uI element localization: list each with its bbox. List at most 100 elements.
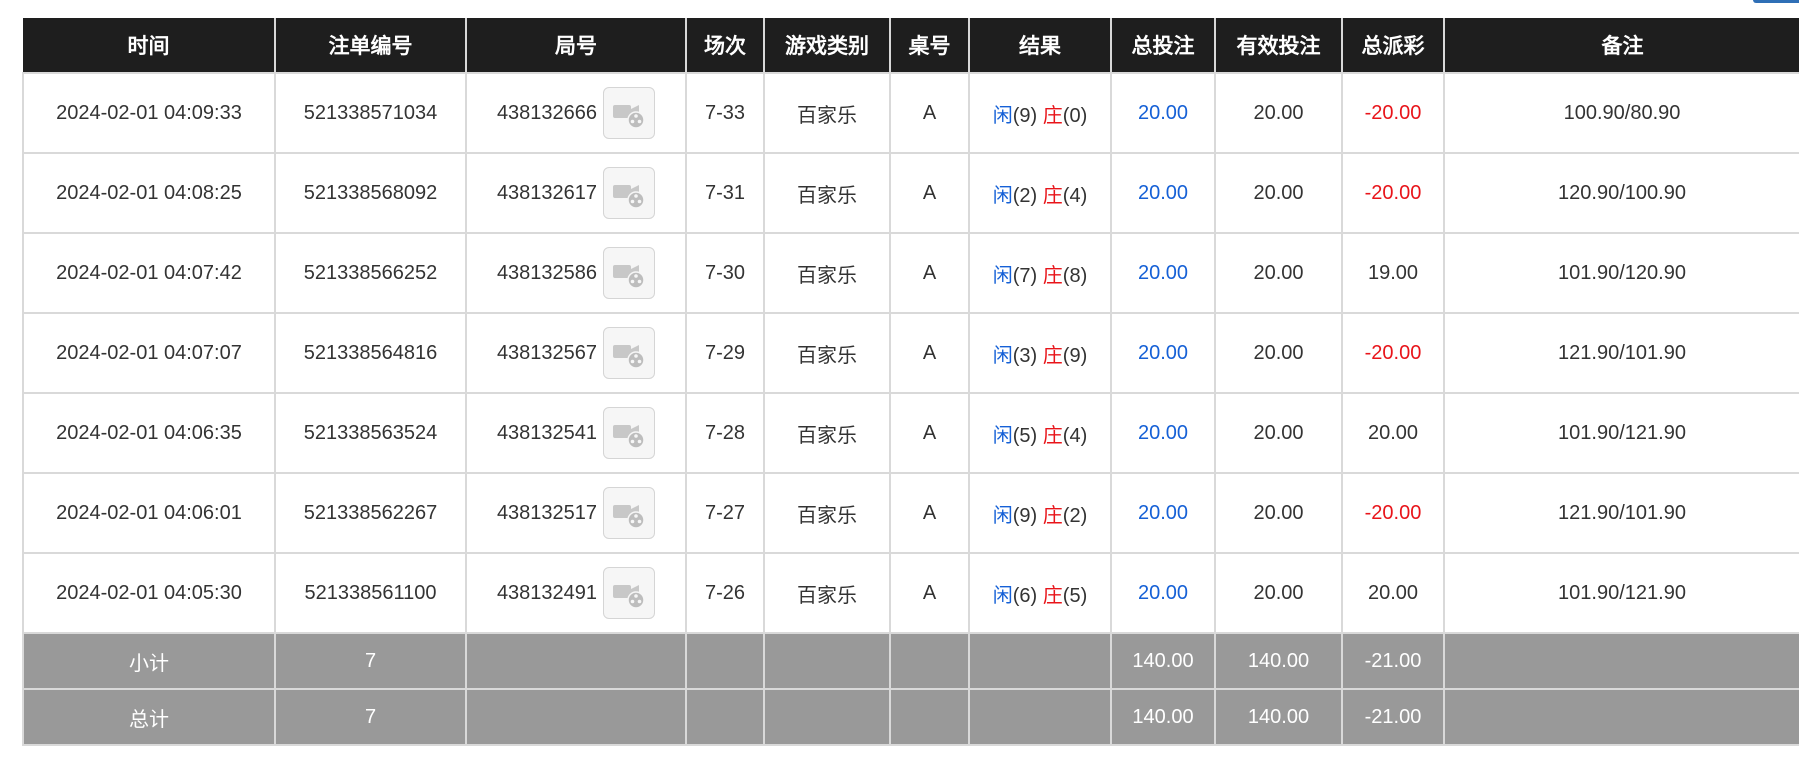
round-number: 438132491 [496, 581, 598, 604]
table-header-row: 时间 注单编号 局号 场次 游戏类别 桌号 结果 总投注 有效投注 总派彩 备注 [23, 18, 1799, 73]
player-points: (3) [1012, 344, 1038, 367]
table-row: 2024-02-01 04:08:25 521338568092 4381326… [22, 152, 1799, 234]
banker-points: (8) [1062, 264, 1088, 287]
header-round-no: 局号 [465, 18, 686, 73]
cell-payout: 20.00 [1341, 392, 1445, 474]
table-row: 2024-02-01 04:05:30 521338561100 4381324… [22, 552, 1799, 634]
cell-game-type: 百家乐 [763, 392, 891, 474]
player-points: (7) [1012, 264, 1038, 287]
cell-time: 2024-02-01 04:07:42 [22, 232, 276, 314]
cell-table: A [889, 312, 970, 394]
cell-result: 闲(5) 庄(4) [968, 392, 1112, 474]
header-total-bet: 总投注 [1110, 18, 1215, 73]
cell-time: 2024-02-01 04:08:25 [22, 152, 276, 234]
cell-payout: -20.00 [1341, 472, 1445, 554]
video-replay-icon[interactable] [603, 567, 656, 619]
cell-order-no: 521338568092 [274, 152, 467, 234]
subtotal-empty [1443, 632, 1799, 690]
cell-round-no: 438132541 [465, 392, 687, 474]
player-label: 闲 [992, 104, 1013, 127]
player-label: 闲 [992, 584, 1013, 607]
banker-label: 庄 [1042, 104, 1063, 127]
cell-total-bet: 20.00 [1110, 312, 1216, 394]
grandtotal-label: 总计 [22, 688, 276, 746]
grandtotal-total-bet: 140.00 [1110, 688, 1216, 746]
cell-payout: 20.00 [1341, 552, 1445, 634]
grandtotal-count: 7 [274, 688, 467, 746]
cell-round-no: 438132517 [465, 472, 687, 554]
banker-label: 庄 [1042, 504, 1063, 527]
grandtotal-valid-bet: 140.00 [1214, 688, 1343, 746]
round-number: 438132541 [496, 421, 598, 444]
subtotal-empty [685, 632, 765, 690]
cell-game-type: 百家乐 [763, 232, 891, 314]
cell-order-no: 521338571034 [274, 72, 467, 154]
table-row: 2024-02-01 04:06:01 521338562267 4381325… [22, 472, 1799, 554]
video-replay-icon[interactable] [603, 247, 656, 299]
header-order-no: 注单编号 [274, 18, 466, 73]
video-replay-icon[interactable] [603, 407, 656, 459]
header-result: 结果 [968, 18, 1111, 73]
grandtotal-empty [968, 688, 1112, 746]
cell-session: 7-29 [685, 312, 765, 394]
cell-payout: 19.00 [1341, 232, 1445, 314]
table-row: 2024-02-01 04:07:07 521338564816 4381325… [22, 312, 1799, 394]
cell-game-type: 百家乐 [763, 72, 891, 154]
round-number: 438132586 [496, 261, 598, 284]
header-valid-bet: 有效投注 [1214, 18, 1342, 73]
player-points: (6) [1012, 584, 1038, 607]
top-right-tab-edge[interactable] [1753, 0, 1799, 3]
cell-result: 闲(6) 庄(5) [968, 552, 1112, 634]
cell-result: 闲(2) 庄(4) [968, 152, 1112, 234]
cell-remark: 100.90/80.90 [1443, 72, 1799, 154]
video-replay-icon[interactable] [603, 327, 656, 379]
cell-order-no: 521338564816 [274, 312, 467, 394]
player-points: (2) [1012, 184, 1038, 207]
video-replay-icon[interactable] [603, 487, 656, 539]
video-replay-icon[interactable] [603, 167, 656, 219]
cell-remark: 121.90/101.90 [1443, 472, 1799, 554]
header-session: 场次 [685, 18, 764, 73]
round-number: 438132567 [496, 341, 598, 364]
player-label: 闲 [992, 264, 1013, 287]
cell-time: 2024-02-01 04:05:30 [22, 552, 276, 634]
cell-time: 2024-02-01 04:06:35 [22, 392, 276, 474]
cell-session: 7-33 [685, 72, 765, 154]
subtotal-empty [763, 632, 891, 690]
cell-payout: -20.00 [1341, 72, 1445, 154]
cell-remark: 101.90/120.90 [1443, 232, 1799, 314]
cell-total-bet: 20.00 [1110, 72, 1216, 154]
cell-session: 7-30 [685, 232, 765, 314]
video-replay-icon[interactable] [603, 87, 656, 139]
banker-points: (5) [1062, 584, 1088, 607]
cell-total-bet: 20.00 [1110, 552, 1216, 634]
grandtotal-empty [1443, 688, 1799, 746]
banker-label: 庄 [1042, 344, 1063, 367]
player-points: (9) [1012, 504, 1038, 527]
cell-table: A [889, 472, 970, 554]
grandtotal-empty [763, 688, 891, 746]
subtotal-row: 小计 7 140.00 140.00 -21.00 [22, 632, 1799, 690]
cell-time: 2024-02-01 04:06:01 [22, 472, 276, 554]
cell-result: 闲(3) 庄(9) [968, 312, 1112, 394]
cell-game-type: 百家乐 [763, 152, 891, 234]
cell-result: 闲(9) 庄(2) [968, 472, 1112, 554]
table-row: 2024-02-01 04:09:33 521338571034 4381326… [22, 72, 1799, 154]
cell-remark: 101.90/121.90 [1443, 552, 1799, 634]
banker-points: (4) [1062, 424, 1088, 447]
banker-label: 庄 [1042, 184, 1063, 207]
cell-result: 闲(7) 庄(8) [968, 232, 1112, 314]
bet-records-table-container: 时间 注单编号 局号 场次 游戏类别 桌号 结果 总投注 有效投注 总派彩 备注… [22, 18, 1799, 746]
subtotal-count: 7 [274, 632, 467, 690]
player-label: 闲 [992, 504, 1013, 527]
header-time: 时间 [23, 18, 275, 73]
cell-session: 7-31 [685, 152, 765, 234]
table-body: 2024-02-01 04:09:33 521338571034 4381326… [22, 72, 1799, 634]
cell-payout: -20.00 [1341, 312, 1445, 394]
cell-total-bet: 20.00 [1110, 232, 1216, 314]
cell-valid-bet: 20.00 [1214, 232, 1343, 314]
subtotal-empty [968, 632, 1112, 690]
cell-valid-bet: 20.00 [1214, 312, 1343, 394]
cell-round-no: 438132617 [465, 152, 687, 234]
player-label: 闲 [992, 184, 1013, 207]
